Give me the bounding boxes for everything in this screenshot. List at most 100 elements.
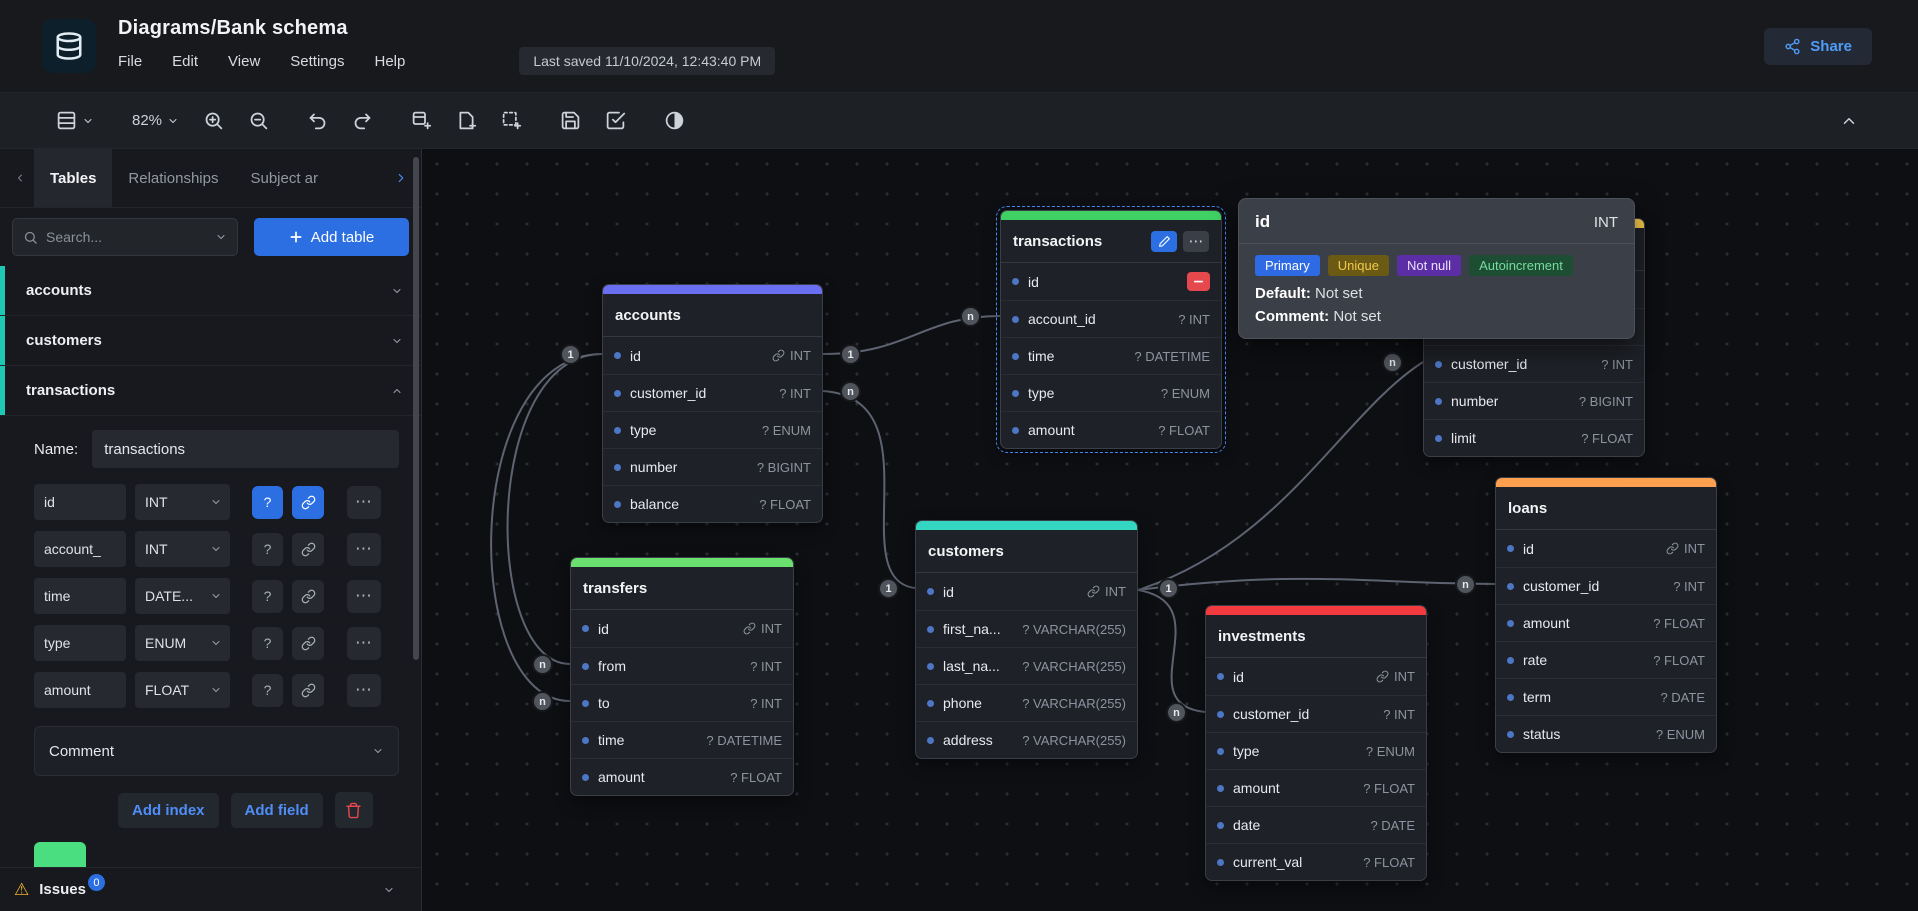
table-field-row[interactable]: rate? FLOAT	[1496, 641, 1716, 678]
table-field-row[interactable]: amount? FLOAT	[1001, 411, 1221, 448]
share-button[interactable]: Share	[1764, 28, 1872, 65]
table-field-row[interactable]: idINT	[916, 573, 1137, 610]
nullable-toggle[interactable]: ?	[252, 627, 283, 660]
field-name-input[interactable]: type	[34, 625, 126, 661]
table-field-row[interactable]: term? DATE	[1496, 678, 1716, 715]
canvas-table-accounts[interactable]: accounts idINT customer_id? INT type? EN…	[602, 284, 823, 523]
menu-file[interactable]: File	[118, 53, 142, 70]
table-field-row[interactable]: number? BIGINT	[1424, 382, 1644, 419]
field-more-button[interactable]: ⋯	[347, 674, 381, 707]
table-field-row[interactable]: idINT	[571, 610, 793, 647]
field-type-select[interactable]: FLOAT	[135, 672, 230, 708]
table-field-row[interactable]: balance? FLOAT	[603, 485, 822, 522]
primary-key-toggle[interactable]	[292, 580, 324, 613]
field-name-input[interactable]: amount	[34, 672, 126, 708]
issues-bar[interactable]: ⚠ Issues 0	[0, 867, 421, 911]
table-field-row[interactable]: customer_id? INT	[1496, 567, 1716, 604]
table-field-row[interactable]: type? ENUM	[1206, 732, 1426, 769]
delete-table-button[interactable]	[335, 792, 373, 828]
field-name-input[interactable]: time	[34, 578, 126, 614]
primary-key-toggle[interactable]	[292, 627, 324, 660]
todo-button[interactable]	[605, 110, 626, 131]
zoom-out-button[interactable]	[248, 110, 269, 131]
field-type-select[interactable]: INT	[135, 484, 230, 520]
primary-key-toggle[interactable]	[292, 486, 324, 519]
delete-field-button[interactable]	[1187, 272, 1210, 291]
add-field-button[interactable]: Add field	[231, 793, 323, 828]
table-more-button[interactable]: ⋯	[1183, 231, 1209, 252]
table-field-row[interactable]: amount? FLOAT	[571, 758, 793, 795]
add-table-button[interactable]: Add table	[254, 218, 409, 256]
nullable-toggle[interactable]: ?	[252, 580, 283, 613]
accordion-customers[interactable]: customers	[0, 316, 421, 366]
add-index-button[interactable]: Add index	[118, 793, 219, 828]
field-type-select[interactable]: ENUM	[135, 625, 230, 661]
field-more-button[interactable]: ⋯	[347, 486, 381, 519]
redo-button[interactable]	[352, 110, 373, 131]
table-field-row[interactable]: type? ENUM	[1001, 374, 1221, 411]
table-field-row[interactable]: amount? FLOAT	[1496, 604, 1716, 641]
primary-key-toggle[interactable]	[292, 533, 324, 566]
tab-subject-areas[interactable]: Subject ar	[234, 149, 334, 207]
table-field-row[interactable]: first_na...? VARCHAR(255)	[916, 610, 1137, 647]
table-field-row[interactable]: to? INT	[571, 684, 793, 721]
canvas-table-customers[interactable]: customers idINT first_na...? VARCHAR(255…	[915, 520, 1138, 759]
edit-table-button[interactable]	[1151, 231, 1177, 252]
table-field-row[interactable]: from? INT	[571, 647, 793, 684]
table-field-row[interactable]: address? VARCHAR(255)	[916, 721, 1137, 758]
add-note-button[interactable]	[456, 110, 477, 131]
table-field-row[interactable]: time? DATETIME	[571, 721, 793, 758]
menu-help[interactable]: Help	[374, 53, 405, 70]
nullable-toggle[interactable]: ?	[252, 486, 283, 519]
theme-contrast-button[interactable]	[664, 110, 685, 131]
nullable-toggle[interactable]: ?	[252, 533, 283, 566]
nullable-toggle[interactable]: ?	[252, 674, 283, 707]
add-area-button[interactable]	[501, 110, 522, 131]
field-more-button[interactable]: ⋯	[347, 580, 381, 613]
app-logo[interactable]	[42, 19, 96, 73]
table-field-row[interactable]: date? DATE	[1206, 806, 1426, 843]
table-field-row[interactable]: id	[1001, 263, 1221, 300]
diagram-canvas[interactable]: accounts idINT customer_id? INT type? EN…	[422, 149, 1918, 911]
table-field-row[interactable]: customer_id? INT	[1206, 695, 1426, 732]
canvas-table-investments[interactable]: investments idINT customer_id? INT type?…	[1205, 605, 1427, 881]
tabs-scroll-right-button[interactable]	[387, 149, 415, 207]
accordion-transactions[interactable]: transactions	[0, 366, 421, 416]
table-field-row[interactable]: account_id? INT	[1001, 300, 1221, 337]
field-type-select[interactable]: INT	[135, 531, 230, 567]
sidebar-scrollbar[interactable]	[413, 157, 419, 660]
field-more-button[interactable]: ⋯	[347, 627, 381, 660]
field-more-button[interactable]: ⋯	[347, 533, 381, 566]
canvas-table-loans[interactable]: loans idINT customer_id? INT amount? FLO…	[1495, 477, 1717, 753]
view-mode-button[interactable]	[56, 110, 94, 131]
toolbar-collapse-button[interactable]	[1840, 112, 1858, 130]
table-field-row[interactable]: limit? FLOAT	[1424, 419, 1644, 456]
tab-relationships[interactable]: Relationships	[112, 149, 234, 207]
table-field-row[interactable]: idINT	[1496, 530, 1716, 567]
comment-section[interactable]: Comment	[34, 726, 399, 776]
primary-key-toggle[interactable]	[292, 674, 324, 707]
table-field-row[interactable]: status? ENUM	[1496, 715, 1716, 752]
save-button[interactable]	[560, 110, 581, 131]
menu-view[interactable]: View	[228, 53, 260, 70]
menu-settings[interactable]: Settings	[290, 53, 344, 70]
table-field-row[interactable]: time? DATETIME	[1001, 337, 1221, 374]
table-field-row[interactable]: last_na...? VARCHAR(255)	[916, 647, 1137, 684]
search-input[interactable]: Search...	[12, 218, 238, 256]
canvas-table-transactions[interactable]: transactions ⋯ id account_id? INT time? …	[1000, 210, 1222, 449]
table-field-row[interactable]: type? ENUM	[603, 411, 822, 448]
table-field-row[interactable]: number? BIGINT	[603, 448, 822, 485]
field-name-input[interactable]: id	[34, 484, 126, 520]
accordion-accounts[interactable]: accounts	[0, 266, 421, 316]
canvas-table-transfers[interactable]: transfers idINT from? INT to? INT time? …	[570, 557, 794, 796]
field-type-select[interactable]: DATE...	[135, 578, 230, 614]
table-field-row[interactable]: customer_id? INT	[603, 374, 822, 411]
add-table-toolbar-button[interactable]	[411, 110, 432, 131]
table-field-row[interactable]: customer_id? INT	[1424, 345, 1644, 382]
table-field-row[interactable]: idINT	[1206, 658, 1426, 695]
menu-edit[interactable]: Edit	[172, 53, 198, 70]
undo-button[interactable]	[307, 110, 328, 131]
tab-tables[interactable]: Tables	[34, 149, 112, 207]
table-field-row[interactable]: amount? FLOAT	[1206, 769, 1426, 806]
table-field-row[interactable]: current_val? FLOAT	[1206, 843, 1426, 880]
